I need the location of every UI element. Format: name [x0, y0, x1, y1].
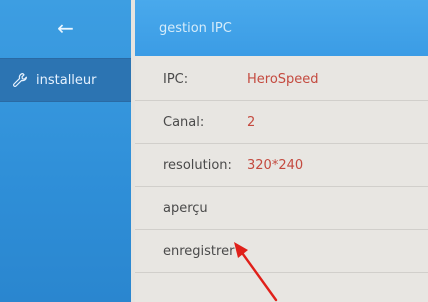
setting-row-apercu[interactable]: aperçu: [135, 187, 428, 230]
setting-row-resolution[interactable]: resolution: 320*240: [135, 144, 428, 187]
wrench-icon: [12, 72, 28, 88]
main-panel: gestion IPC IPC: HeroSpeed Canal: 2 reso…: [135, 0, 428, 302]
setting-label: aperçu: [163, 200, 208, 216]
setting-row-enregistrer[interactable]: enregistrer: [135, 230, 428, 273]
setting-value: HeroSpeed: [247, 71, 319, 87]
setting-value: 2: [247, 114, 256, 130]
sidebar-item-label: installeur: [36, 72, 97, 88]
device-screen: ← installeur gestion IPC IPC: HeroSpeed …: [0, 0, 428, 302]
settings-list: IPC: HeroSpeed Canal: 2 resolution: 320*…: [135, 58, 428, 273]
back-button[interactable]: ←: [0, 6, 131, 50]
panel-header: gestion IPC: [135, 0, 428, 56]
sidebar: ← installeur: [0, 0, 131, 302]
setting-row-canal[interactable]: Canal: 2: [135, 101, 428, 144]
sidebar-item-installeur[interactable]: installeur: [0, 58, 131, 102]
setting-label: IPC:: [163, 71, 189, 87]
back-arrow-icon: ←: [57, 16, 74, 40]
setting-label: enregistrer: [163, 243, 235, 259]
setting-value: 320*240: [247, 157, 304, 173]
setting-row-ipc[interactable]: IPC: HeroSpeed: [135, 58, 428, 101]
panel-title: gestion IPC: [159, 20, 232, 36]
setting-label: resolution:: [163, 157, 232, 173]
setting-label: Canal:: [163, 114, 205, 130]
